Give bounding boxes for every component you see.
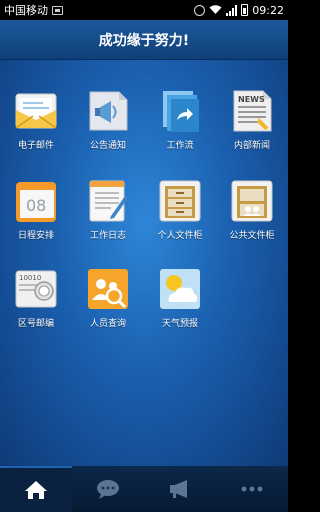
app-label: 天气预报 — [161, 319, 198, 329]
app-grid: 电子邮件 公告通知 工作流 NEWS 内部新闻 08 日程安排 工作日志 个人文… — [0, 60, 288, 466]
app-tile-schedule[interactable]: 08 日程安排 — [0, 178, 72, 258]
app-tile-weather[interactable]: 天气预报 — [144, 266, 216, 346]
app-tile-shared-cabinet[interactable]: 公共文件柜 — [216, 178, 288, 258]
app-header: 成功缘于努力! — [0, 20, 288, 60]
app-label: 公告通知 — [89, 141, 126, 151]
battery-icon — [241, 4, 249, 16]
carrier-label: 中国移动 — [4, 4, 48, 17]
app-label: 公共文件柜 — [229, 231, 275, 241]
workflow-icon — [163, 91, 199, 132]
app-tile-announcements[interactable]: 公告通知 — [72, 88, 144, 168]
app-tile-postcode[interactable]: 10010 区号邮编 — [0, 266, 72, 346]
bottom-nav — [0, 466, 288, 512]
cabinet-icon — [159, 180, 201, 222]
more-icon — [241, 486, 263, 492]
home-icon — [25, 481, 47, 499]
mail-icon — [15, 93, 57, 129]
signal-icon — [226, 4, 238, 16]
nav-announcements[interactable] — [144, 466, 216, 512]
news-badge: NEWS — [238, 95, 265, 104]
alarm-icon — [194, 4, 206, 16]
calendar-icon: 08 — [16, 182, 56, 222]
app-label: 区号邮编 — [17, 319, 54, 329]
megaphone-icon — [170, 480, 187, 498]
megaphone-icon — [89, 91, 128, 131]
header-title: 成功缘于努力! — [98, 32, 190, 49]
sim-card-icon — [52, 5, 63, 15]
app-label: 工作日志 — [89, 231, 126, 241]
wifi-icon — [209, 4, 222, 17]
notebook-icon — [89, 180, 128, 222]
weather-icon — [160, 269, 200, 309]
app-label: 电子邮件 — [17, 141, 54, 151]
chat-icon — [97, 480, 119, 499]
postcode-icon: 10010 — [15, 270, 57, 308]
app-tile-personal-cabinet[interactable]: 个人文件柜 — [144, 178, 216, 258]
news-icon: NEWS — [233, 90, 272, 132]
people-search-icon — [88, 269, 128, 309]
status-bar: 中国移动 09:22 — [0, 0, 288, 20]
app-tile-workflow[interactable]: 工作流 — [144, 88, 216, 168]
nav-more[interactable] — [216, 466, 288, 512]
nav-chat[interactable] — [72, 466, 144, 512]
calendar-day: 08 — [26, 196, 46, 215]
app-tile-news[interactable]: NEWS 内部新闻 — [216, 88, 288, 168]
app-label: 工作流 — [166, 141, 194, 151]
app-tile-email[interactable]: 电子邮件 — [0, 88, 72, 168]
status-time: 09:22 — [252, 3, 284, 17]
nav-home[interactable] — [0, 466, 72, 512]
app-label: 内部新闻 — [233, 141, 270, 151]
app-tile-people-search[interactable]: 人员查询 — [72, 266, 144, 346]
postcode-stamp: 10010 — [19, 274, 41, 282]
app-tile-worklog[interactable]: 工作日志 — [72, 178, 144, 258]
app-label: 日程安排 — [17, 231, 54, 241]
shared-cabinet-icon — [231, 180, 273, 222]
app-label: 人员查询 — [89, 319, 126, 329]
app-label: 个人文件柜 — [157, 231, 203, 241]
